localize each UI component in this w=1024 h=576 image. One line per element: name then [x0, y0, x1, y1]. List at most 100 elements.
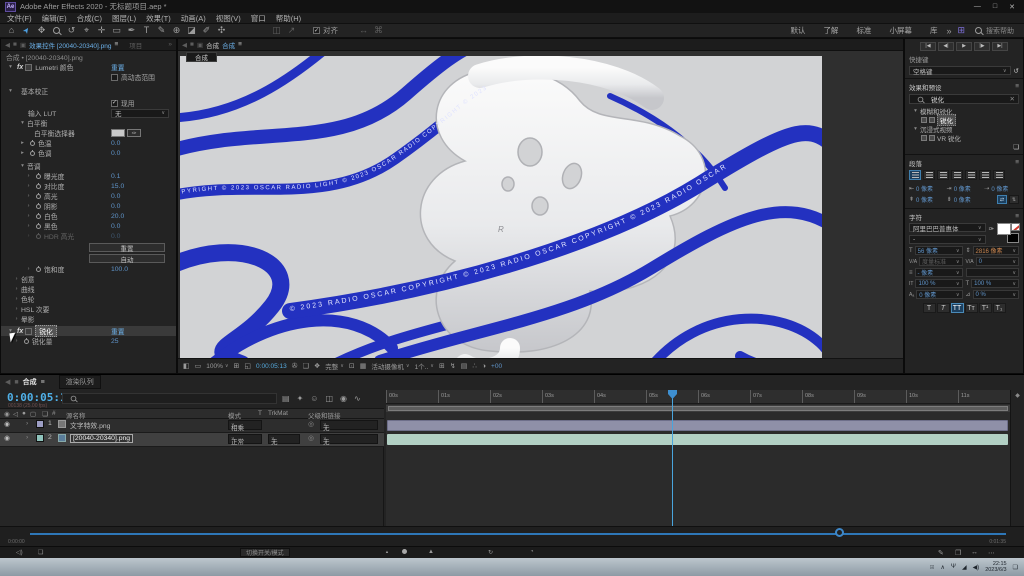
reset-button[interactable]: 重置: [89, 243, 165, 252]
baseline-shift-field[interactable]: 0 像素∨: [916, 290, 962, 299]
spacing-field[interactable]: - 像素∨: [915, 268, 963, 277]
clipboard-icon[interactable]: ❐: [955, 549, 961, 557]
timeline-track-area[interactable]: 00s01s02s03s04s05s06s07s08s09s10s11s: [386, 390, 1010, 526]
panel-menu-icon[interactable]: ≡: [1015, 83, 1019, 90]
align-right-button[interactable]: [937, 170, 949, 180]
trkmat-column[interactable]: TrkMat: [268, 410, 288, 417]
taskbar-clock[interactable]: 22:15 2023/6/3: [985, 561, 1006, 574]
maximize-button[interactable]: □: [993, 3, 997, 11]
vertical-scale-field[interactable]: 100 %∨: [915, 279, 962, 288]
text-direction-ltr-button[interactable]: ⇄: [997, 195, 1007, 204]
marker-bin-icon[interactable]: ◆: [1011, 392, 1024, 399]
camera-select[interactable]: 活动摄像机∨: [371, 361, 409, 371]
small-caps-button[interactable]: Tᴛ: [965, 303, 978, 313]
tray-expand-icon[interactable]: ∧: [941, 564, 945, 571]
align-checkbox[interactable]: ✓: [313, 27, 320, 34]
resolution-select[interactable]: 完整∨: [325, 361, 344, 371]
exposure-value[interactable]: +00: [491, 363, 502, 370]
zoom-tool-icon[interactable]: [53, 27, 60, 34]
tab-overflow-icon[interactable]: »: [168, 41, 172, 48]
render-speed-icon[interactable]: ◔: [530, 549, 534, 555]
eye-icon[interactable]: ◉: [4, 420, 10, 428]
mini-flowchart-icon[interactable]: ▤: [282, 394, 290, 403]
pickwhip-icon[interactable]: ◎: [308, 434, 314, 442]
param-value[interactable]: 0.0: [111, 140, 120, 147]
shortcut-select[interactable]: 空格键∨: [909, 66, 1011, 75]
composition-name[interactable]: 合成: [222, 40, 235, 50]
layer-row-2[interactable]: ◉ › 2 [20040-20340].png 正常∨ 无∨ ◎ 无∨: [0, 433, 384, 447]
param-value[interactable]: 0.0: [111, 223, 120, 230]
layer-name-selected[interactable]: [20040-20340].png: [70, 434, 133, 443]
parent-select[interactable]: 无∨: [320, 434, 378, 444]
view-layout-select[interactable]: 1个..∨: [415, 361, 434, 371]
channels-icon[interactable]: ❖: [314, 362, 320, 370]
work-area-bar[interactable]: [386, 405, 1010, 412]
kerning-field[interactable]: 度量标准∨: [919, 257, 962, 266]
motion-blur-icon[interactable]: ◉: [340, 394, 347, 403]
region-of-interest-icon[interactable]: ⊡: [349, 362, 355, 370]
zoom-out-mountain-icon[interactable]: ▲: [385, 549, 389, 554]
type-tool-icon[interactable]: T: [139, 24, 154, 37]
eraser-tool-icon[interactable]: ◪: [184, 24, 199, 37]
param-value[interactable]: 0.0: [111, 203, 120, 210]
audio-icon[interactable]: ◁): [16, 549, 23, 556]
group-blur-sharpen[interactable]: ▾模糊和锐化: [905, 106, 1023, 115]
extra-select[interactable]: ∨: [966, 268, 1020, 277]
time-ruler[interactable]: 00s01s02s03s04s05s06s07s08s09s10s11s: [386, 390, 1010, 404]
indent-left-field[interactable]: ⇤0 像素: [909, 184, 944, 193]
horizontal-scale-field[interactable]: 100 %∨: [971, 279, 1019, 288]
trkmat-select[interactable]: 无∨: [268, 434, 300, 444]
panel-menu-icon[interactable]: ≡: [114, 41, 118, 48]
effect-lumetri-header[interactable]: ▾fx Lumetri 颜色 重置: [1, 62, 176, 72]
param-value[interactable]: 15.0: [111, 183, 124, 190]
puppet-pin-tool-icon[interactable]: ✣: [214, 24, 229, 37]
pencil-icon[interactable]: ✎: [938, 549, 944, 557]
font-style-select[interactable]: -∨: [909, 235, 986, 244]
resize-icon[interactable]: ↔: [971, 549, 978, 556]
faux-bold-button[interactable]: T: [923, 303, 936, 313]
reset-link[interactable]: 重置: [111, 326, 125, 336]
effect-sharpen-header[interactable]: ▾fx 锐化 重置: [1, 326, 176, 336]
blend-mode-select[interactable]: 相乘∨: [228, 420, 262, 430]
reset-link[interactable]: 重置: [111, 62, 125, 72]
pickwhip-icon[interactable]: ◎: [308, 420, 314, 428]
parent-select[interactable]: 无∨: [320, 420, 378, 430]
collapsed-group-row[interactable]: ›HSL 次要: [1, 304, 176, 314]
clone-stamp-tool-icon[interactable]: ⊕: [169, 24, 184, 37]
shy-layers-icon[interactable]: ☺: [310, 394, 318, 403]
play-button[interactable]: ▶: [956, 42, 972, 51]
workspace-overflow-icon[interactable]: »: [946, 26, 951, 36]
panel-back-icon[interactable]: ◀: [5, 378, 10, 386]
show-snapshot-icon[interactable]: ❑: [303, 362, 309, 370]
justify-all-button[interactable]: [993, 170, 1005, 180]
menu-item[interactable]: 文件(F): [7, 13, 32, 24]
justify-last-right-button[interactable]: [979, 170, 991, 180]
eyedropper-icon[interactable]: ✑: [127, 129, 141, 137]
font-family-select[interactable]: 阿里巴巴普惠体∨: [909, 223, 986, 232]
input-lut-dropdown[interactable]: 无∨: [111, 109, 169, 118]
menu-item[interactable]: 帮助(H): [276, 13, 301, 24]
rotation-tool-icon[interactable]: ↺: [64, 24, 79, 37]
panel-back-icon[interactable]: ◀: [182, 41, 187, 49]
tab-render-queue[interactable]: 渲染队列: [59, 375, 101, 389]
space-before-field[interactable]: ⇞0 像素: [909, 195, 944, 204]
pixel-aspect-icon[interactable]: ⊞: [439, 362, 445, 370]
search-help-input[interactable]: 搜索帮助: [986, 26, 1014, 36]
flowchart-icon[interactable]: ∴: [472, 362, 476, 370]
mask-visibility-icon[interactable]: ◱: [244, 362, 251, 370]
justify-last-center-button[interactable]: [965, 170, 977, 180]
zoom-in-mountain-icon[interactable]: ▲: [428, 549, 434, 555]
tab-composition[interactable]: 合成: [23, 377, 37, 387]
menu-item[interactable]: 动画(A): [181, 13, 206, 24]
tone-group[interactable]: ▾音调: [1, 161, 176, 171]
white-balance-group[interactable]: ▾白平衡: [1, 118, 176, 128]
menu-item[interactable]: 视图(V): [216, 13, 241, 24]
navigator-track[interactable]: [30, 533, 1006, 535]
workspace-small-screen[interactable]: 小屏幕: [889, 25, 912, 36]
collapsed-group-row[interactable]: ›晕影: [1, 314, 176, 324]
snapping-icon[interactable]: ↔: [356, 24, 371, 37]
workspace-default[interactable]: 默认: [790, 25, 805, 36]
group-immersive-video[interactable]: ▾沉浸式视频: [905, 124, 1023, 133]
composition-chip[interactable]: 合成: [186, 52, 217, 62]
network-icon[interactable]: ◢: [962, 564, 967, 571]
